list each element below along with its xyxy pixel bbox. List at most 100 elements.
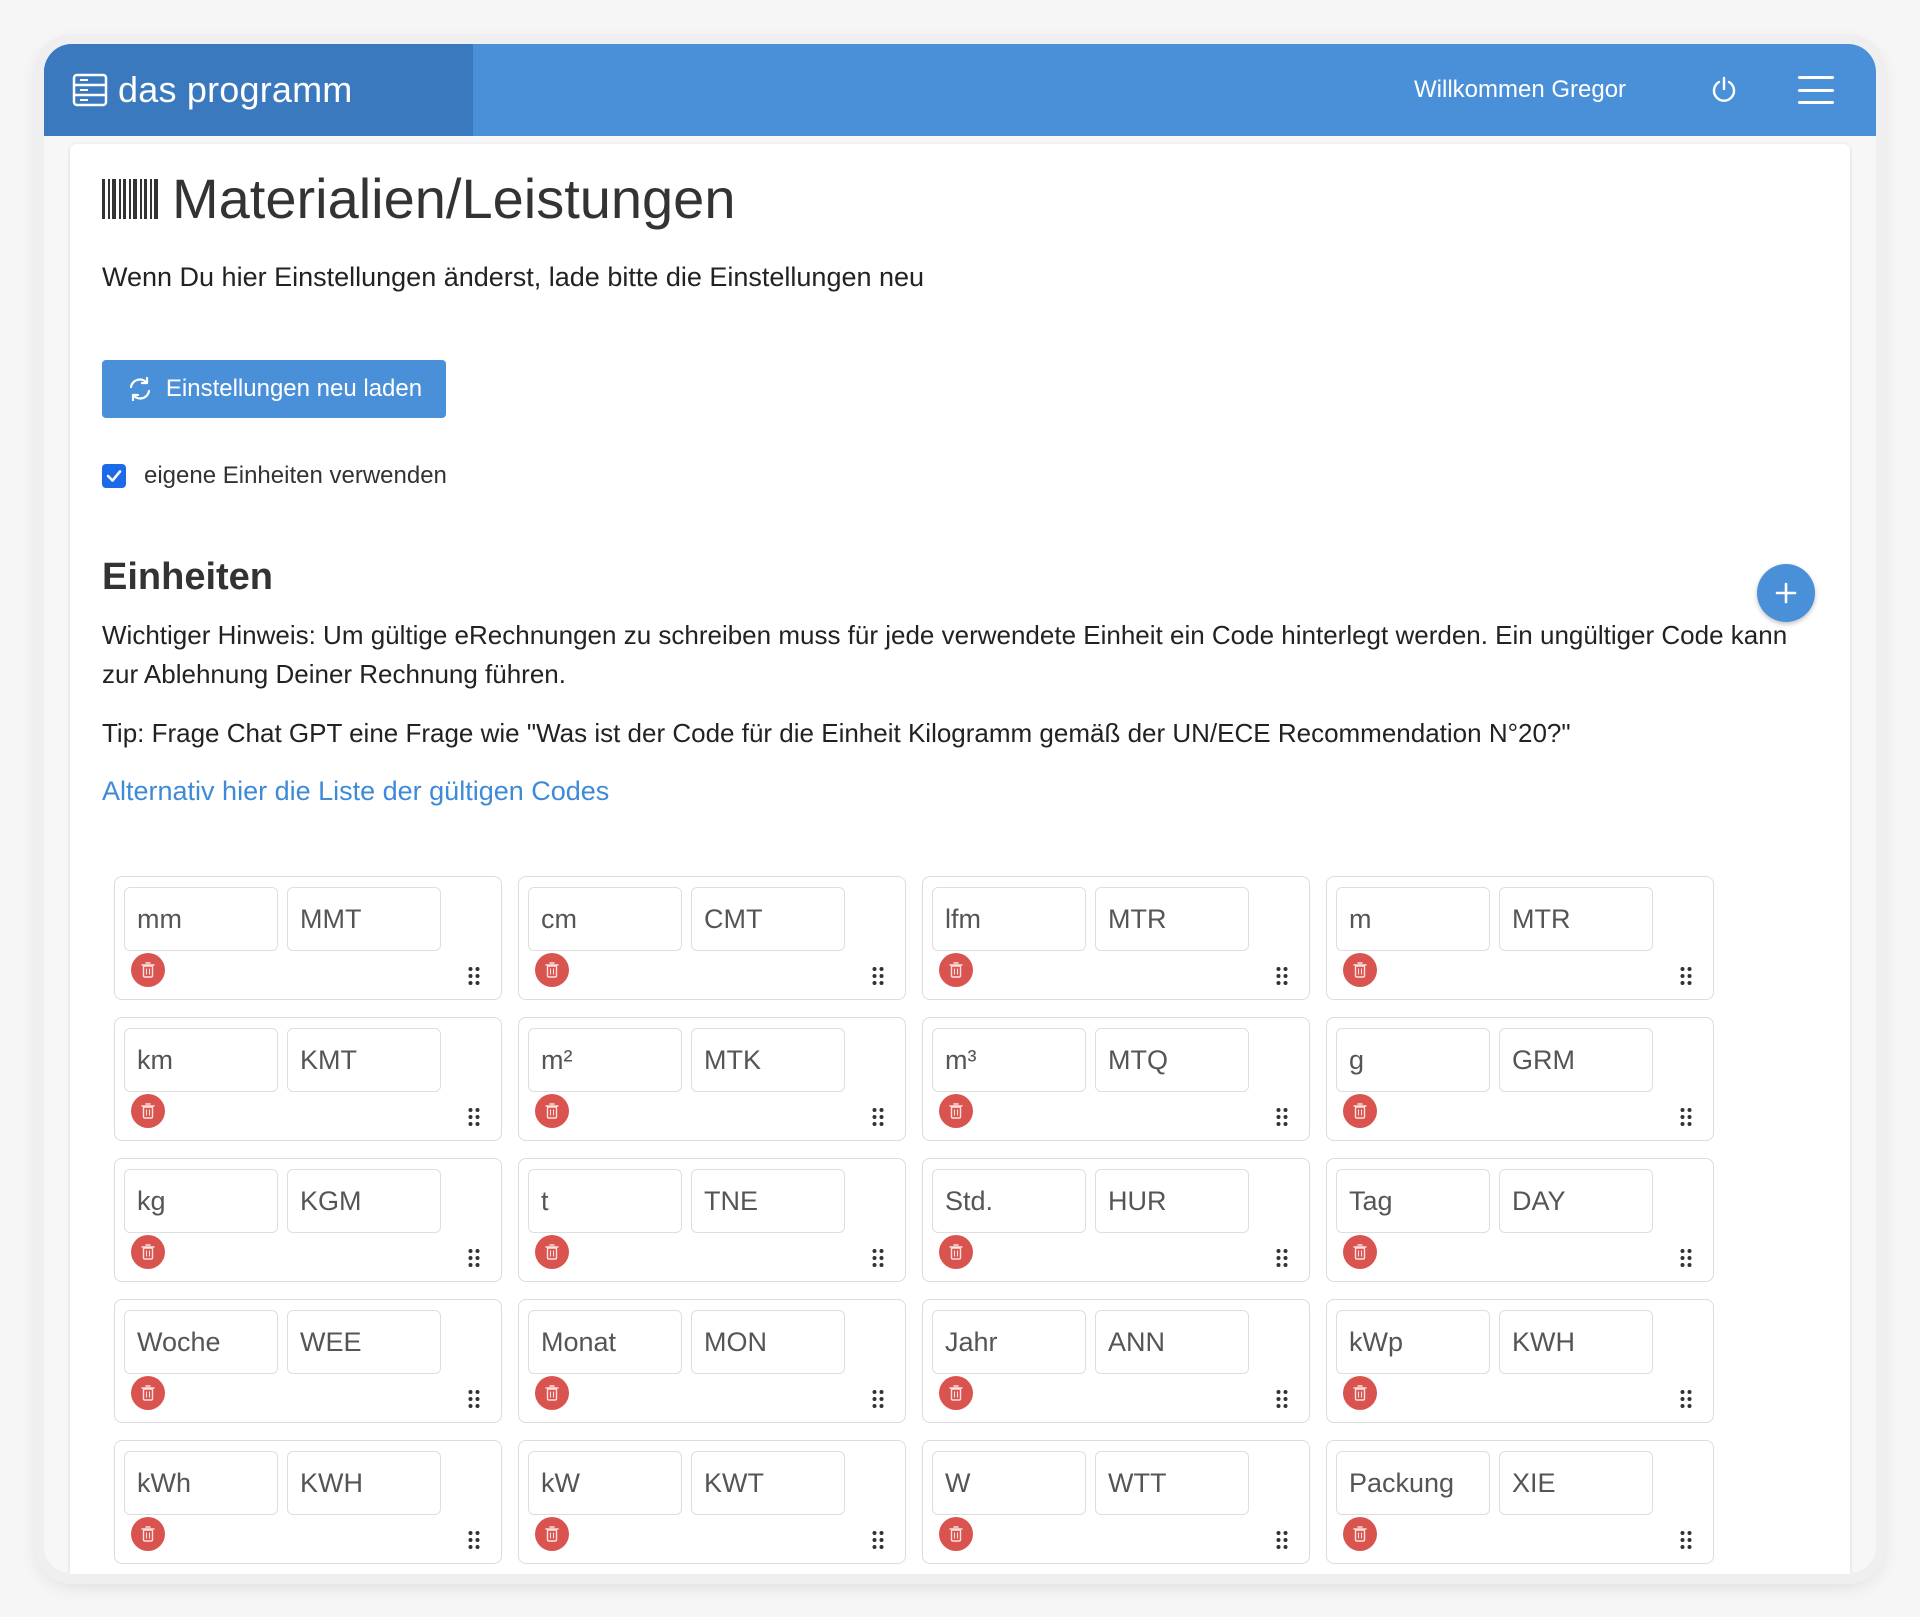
unit-name-input[interactable]: Woche [124, 1310, 278, 1374]
unit-name-input[interactable]: m³ [932, 1028, 1086, 1092]
drag-handle-icon[interactable] [1275, 1530, 1289, 1550]
unit-name-input[interactable]: kWp [1336, 1310, 1490, 1374]
delete-unit-button[interactable] [535, 953, 569, 987]
trash-icon [141, 1526, 155, 1542]
unit-name-input[interactable]: kWh [124, 1451, 278, 1515]
unit-code-input[interactable]: ANN [1095, 1310, 1249, 1374]
unit-code-input[interactable]: GRM [1499, 1028, 1653, 1092]
drag-handle-icon[interactable] [1679, 1107, 1693, 1127]
delete-unit-button[interactable] [131, 1376, 165, 1410]
delete-unit-button[interactable] [939, 1376, 973, 1410]
unit-code-input[interactable]: WEE [287, 1310, 441, 1374]
unit-name-input[interactable]: m² [528, 1028, 682, 1092]
delete-unit-button[interactable] [1343, 1376, 1377, 1410]
drag-handle-icon[interactable] [1275, 1107, 1289, 1127]
drag-handle-icon[interactable] [1275, 1389, 1289, 1409]
drag-handle-icon[interactable] [467, 1530, 481, 1550]
valid-codes-link[interactable]: Alternativ hier die Liste der gültigen C… [102, 776, 609, 807]
unit-name-input[interactable]: kW [528, 1451, 682, 1515]
unit-name-input[interactable]: Std. [932, 1169, 1086, 1233]
drag-handle-icon[interactable] [871, 966, 885, 986]
unit-name-input[interactable]: Packung [1336, 1451, 1490, 1515]
delete-unit-button[interactable] [939, 1094, 973, 1128]
unit-code-input[interactable]: KWH [1499, 1310, 1653, 1374]
drag-handle-icon[interactable] [871, 1248, 885, 1268]
delete-unit-button[interactable] [535, 1235, 569, 1269]
drag-handle-icon[interactable] [1275, 966, 1289, 986]
unit-code-input[interactable]: MTK [691, 1028, 845, 1092]
delete-unit-button[interactable] [535, 1094, 569, 1128]
delete-unit-button[interactable] [939, 1235, 973, 1269]
power-icon[interactable] [1706, 72, 1742, 108]
unit-card: Jahr ANN [922, 1299, 1310, 1423]
unit-name-input[interactable]: W [932, 1451, 1086, 1515]
server-icon [72, 73, 108, 107]
unit-code-input[interactable]: WTT [1095, 1451, 1249, 1515]
unit-code-input[interactable]: DAY [1499, 1169, 1653, 1233]
unit-name-input[interactable]: g [1336, 1028, 1490, 1092]
unit-code-input[interactable]: MTR [1499, 887, 1653, 951]
drag-handle-icon[interactable] [1275, 1248, 1289, 1268]
drag-handle-icon[interactable] [1679, 966, 1693, 986]
delete-unit-button[interactable] [535, 1517, 569, 1551]
hamburger-icon[interactable] [1796, 72, 1836, 108]
unit-name-input[interactable]: t [528, 1169, 682, 1233]
unit-name-input[interactable]: Monat [528, 1310, 682, 1374]
unit-name-input[interactable]: Tag [1336, 1169, 1490, 1233]
delete-unit-button[interactable] [1343, 953, 1377, 987]
drag-handle-icon[interactable] [467, 1107, 481, 1127]
delete-unit-button[interactable] [131, 1235, 165, 1269]
delete-unit-button[interactable] [939, 953, 973, 987]
custom-units-label[interactable]: eigene Einheiten verwenden [144, 462, 447, 490]
unit-name-input[interactable]: km [124, 1028, 278, 1092]
unit-code-input[interactable]: CMT [691, 887, 845, 951]
reload-settings-button[interactable]: Einstellungen neu laden [102, 360, 446, 418]
unit-card: t TNE [518, 1158, 906, 1282]
drag-handle-icon[interactable] [1679, 1248, 1693, 1268]
unit-code-input[interactable]: TNE [691, 1169, 845, 1233]
add-unit-button[interactable] [1757, 564, 1815, 622]
unit-code-input[interactable]: MTR [1095, 887, 1249, 951]
brand[interactable]: das programm [44, 44, 473, 136]
unit-code-input[interactable]: HUR [1095, 1169, 1249, 1233]
trash-icon [545, 962, 559, 978]
brand-name: das programm [118, 69, 353, 110]
delete-unit-button[interactable] [131, 953, 165, 987]
drag-handle-icon[interactable] [1679, 1530, 1693, 1550]
reload-hint: Wenn Du hier Einstellungen änderst, lade… [102, 262, 925, 292]
unit-name-input[interactable]: mm [124, 887, 278, 951]
delete-unit-button[interactable] [1343, 1094, 1377, 1128]
drag-handle-icon[interactable] [871, 1389, 885, 1409]
page-title: Materialien/Leistungen [172, 167, 736, 230]
delete-unit-button[interactable] [131, 1094, 165, 1128]
unit-code-input[interactable]: KMT [287, 1028, 441, 1092]
delete-unit-button[interactable] [1343, 1517, 1377, 1551]
trash-icon [141, 1103, 155, 1119]
unit-name-input[interactable]: lfm [932, 887, 1086, 951]
custom-units-checkbox[interactable] [102, 464, 126, 488]
unit-name-input[interactable]: kg [124, 1169, 278, 1233]
unit-code-input[interactable]: KGM [287, 1169, 441, 1233]
unit-code-input[interactable]: XIE [1499, 1451, 1653, 1515]
drag-handle-icon[interactable] [467, 1248, 481, 1268]
unit-code-input[interactable]: MON [691, 1310, 845, 1374]
unit-code-input[interactable]: MTQ [1095, 1028, 1249, 1092]
delete-unit-button[interactable] [1343, 1235, 1377, 1269]
content-card: Materialien/Leistungen Wenn Du hier Eins… [70, 144, 1850, 1574]
unit-code-input[interactable]: KWH [287, 1451, 441, 1515]
drag-handle-icon[interactable] [871, 1107, 885, 1127]
unit-name-input[interactable]: cm [528, 887, 682, 951]
drag-handle-icon[interactable] [467, 1389, 481, 1409]
delete-unit-button[interactable] [535, 1376, 569, 1410]
unit-code-input[interactable]: KWT [691, 1451, 845, 1515]
delete-unit-button[interactable] [131, 1517, 165, 1551]
unit-name-input[interactable]: Jahr [932, 1310, 1086, 1374]
unit-card: mm MMT [114, 876, 502, 1000]
drag-handle-icon[interactable] [871, 1530, 885, 1550]
trash-icon [545, 1385, 559, 1401]
unit-name-input[interactable]: m [1336, 887, 1490, 951]
unit-code-input[interactable]: MMT [287, 887, 441, 951]
drag-handle-icon[interactable] [1679, 1389, 1693, 1409]
delete-unit-button[interactable] [939, 1517, 973, 1551]
drag-handle-icon[interactable] [467, 966, 481, 986]
